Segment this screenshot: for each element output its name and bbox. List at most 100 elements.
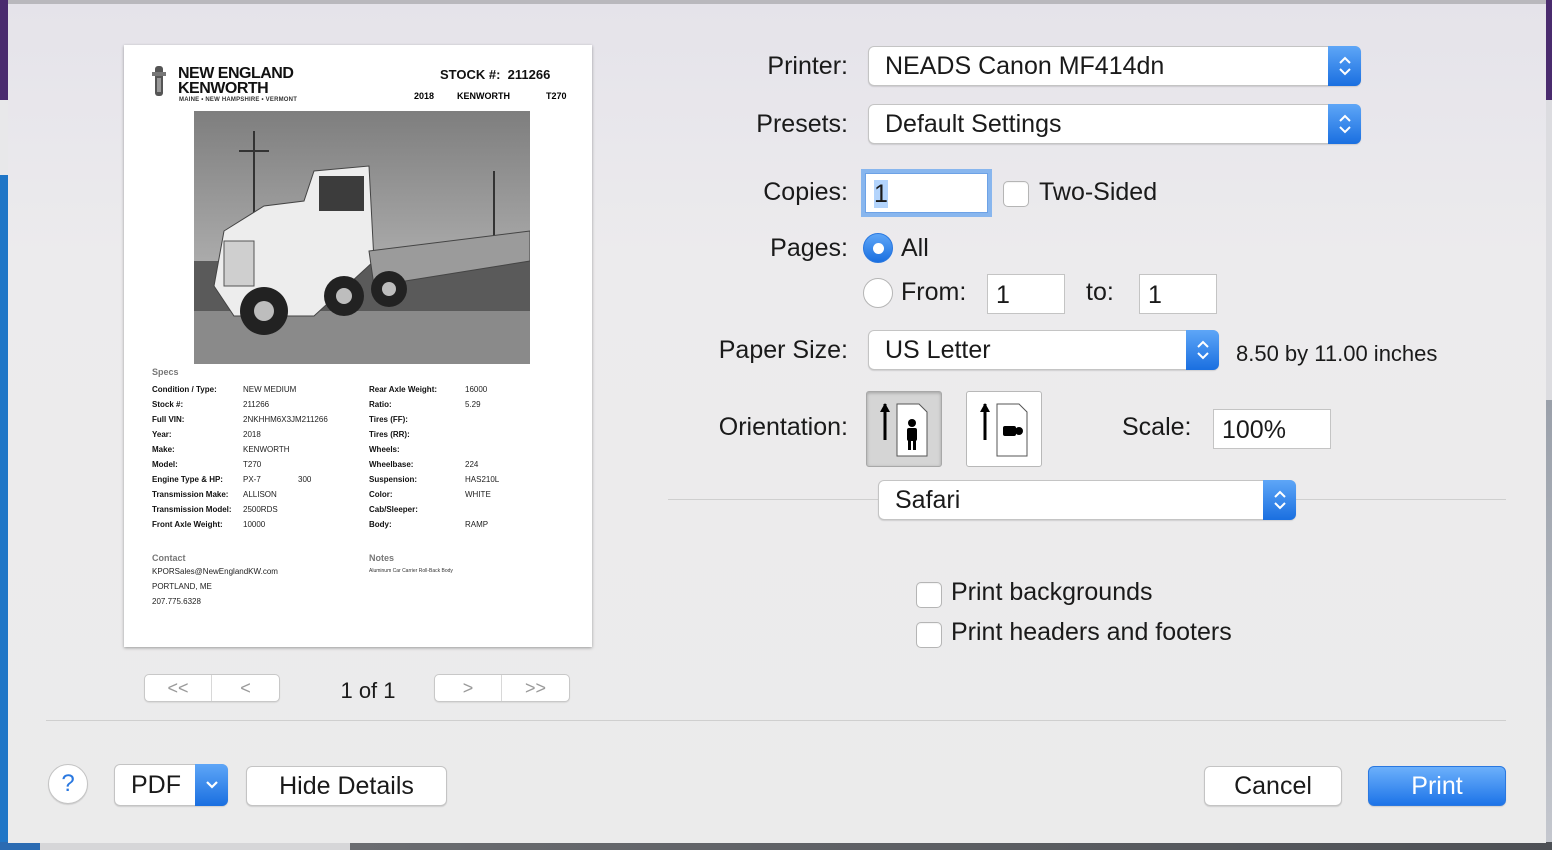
pages-to-field[interactable]: 1 [1139, 274, 1217, 314]
print-button[interactable]: Print [1368, 766, 1506, 806]
pages-all-radio[interactable] [863, 233, 893, 263]
spec-row: Stock #: 211266 [152, 400, 352, 415]
spec-key: Front Axle Weight: [152, 520, 223, 529]
vehicle-make: KENWORTH [457, 91, 510, 101]
truck-photo [194, 111, 530, 364]
double-chevron-right-icon: >> [524, 677, 547, 698]
chevron-down-icon [195, 764, 228, 806]
pages-all-label: All [901, 234, 929, 262]
spec-key: Transmission Make: [152, 490, 229, 499]
pages-from-label: From: [901, 278, 967, 306]
vehicle-year: 2018 [414, 91, 435, 101]
double-chevron-left-icon: << [167, 677, 189, 698]
spec-key: Year: [152, 430, 172, 439]
notes-title: Notes [369, 553, 395, 563]
spec-key: Model: [152, 460, 178, 469]
copies-field[interactable]: 1 [865, 173, 988, 213]
updown-arrows-icon [1328, 104, 1361, 144]
two-sided-label: Two-Sided [1039, 178, 1158, 206]
updown-arrows-icon [1328, 46, 1361, 86]
paper-size-popup[interactable]: US Letter [868, 330, 1219, 370]
spec-key: Cab/Sleeper: [369, 505, 418, 514]
app-section-popup[interactable]: Safari [878, 480, 1296, 520]
spec-row: Suspension: HAS210L [369, 475, 569, 490]
spec-key: Ratio: [369, 400, 392, 409]
spec-row: Rear Axle Weight: 16000 [369, 385, 569, 400]
spec-key: Rear Axle Weight: [369, 385, 438, 394]
background-desktop-bottom [0, 842, 1552, 850]
spec-value: T270 [243, 460, 262, 469]
landscape-orientation-button[interactable] [966, 391, 1042, 467]
spec-key: Wheels: [369, 445, 400, 454]
pages-from-field[interactable]: 1 [987, 274, 1065, 314]
scale-label: Scale: [1122, 413, 1192, 441]
spec-row: Tires (RR): [369, 430, 569, 445]
portrait-icon [880, 403, 928, 457]
spec-key: Transmission Model: [152, 505, 232, 514]
spec-row: Body: RAMP [369, 520, 569, 535]
spec-key: Wheelbase: [369, 460, 414, 469]
last-page-button[interactable]: >> [502, 675, 569, 701]
pdf-menu-button[interactable]: PDF [114, 764, 228, 806]
background-desktop-left [0, 0, 8, 850]
specs-title: Specs [152, 367, 179, 377]
cancel-button[interactable]: Cancel [1204, 766, 1342, 806]
spec-row: Tires (FF): [369, 415, 569, 430]
help-button[interactable]: ? [48, 764, 88, 804]
stock-number: 211266 [507, 67, 551, 82]
help-icon: ? [61, 770, 75, 797]
app-section-value: Safari [895, 486, 961, 514]
spec-value: KENWORTH [243, 445, 290, 454]
orientation-label: Orientation: [718, 413, 848, 441]
hide-details-button[interactable]: Hide Details [246, 766, 447, 806]
page-count: 1 of 1 [340, 678, 396, 703]
contact-email: KPORSales@NewEnglandKW.com [152, 567, 278, 576]
spec-value: 16000 [465, 385, 488, 394]
portrait-orientation-button[interactable] [866, 391, 942, 467]
spec-key: Make: [152, 445, 175, 454]
spec-key: Tires (FF): [369, 415, 408, 424]
printer-value: NEADS Canon MF414dn [885, 52, 1165, 80]
print-headers-footers-label: Print headers and footers [951, 618, 1232, 646]
pages-label: Pages: [770, 234, 848, 262]
spec-key: Stock #: [152, 400, 184, 409]
spec-key: Full VIN: [152, 415, 185, 424]
updown-arrows-icon [1186, 330, 1219, 370]
spec-value: HAS210L [465, 475, 500, 484]
paper-size-dimensions: 8.50 by 11.00 inches [1236, 341, 1438, 366]
next-page-button[interactable]: > [435, 675, 502, 701]
updown-arrows-icon [1263, 480, 1296, 520]
presets-label: Presets: [756, 110, 848, 138]
print-headers-footers-checkbox[interactable] [916, 622, 942, 648]
pdf-label: PDF [131, 771, 181, 799]
previous-page-button[interactable]: < [212, 675, 279, 701]
spec-row: Color: WHITE [369, 490, 569, 505]
scale-field[interactable]: 100% [1213, 409, 1331, 449]
spec-value: ALLISON [243, 490, 277, 499]
spec-row: Ratio: 5.29 [369, 400, 569, 415]
spec-key: Condition / Type: [152, 385, 217, 394]
paper-size-value: US Letter [885, 336, 991, 364]
spec-value: PX-7 [243, 475, 261, 484]
pager-forward-group: > >> [434, 674, 570, 702]
two-sided-checkbox[interactable] [1003, 181, 1029, 207]
background-desktop-right [1546, 0, 1552, 850]
spec-value: 224 [465, 460, 479, 469]
print-backgrounds-label: Print backgrounds [951, 578, 1153, 606]
spec-row: Engine Type & HP: PX-7 300 [152, 475, 352, 490]
copies-value: 1 [874, 180, 888, 208]
spec-value: 2500RDS [243, 505, 278, 514]
logo-subtitle: MAINE • NEW HAMPSHIRE • VERMONT [179, 97, 298, 103]
spec-key: Tires (RR): [369, 430, 410, 439]
spec-row: Wheels: [369, 445, 569, 460]
spec-row: Model: T270 [152, 460, 352, 475]
spec-key: Body: [369, 520, 392, 529]
printer-popup[interactable]: NEADS Canon MF414dn [868, 46, 1361, 86]
presets-popup[interactable]: Default Settings [868, 104, 1361, 144]
print-backgrounds-checkbox[interactable] [916, 582, 942, 608]
kenworth-logo-icon [152, 66, 166, 96]
first-page-button[interactable]: << [145, 675, 212, 701]
printer-label: Printer: [767, 52, 848, 80]
pages-range-radio[interactable] [863, 278, 893, 308]
spec-value: 5.29 [465, 400, 481, 409]
